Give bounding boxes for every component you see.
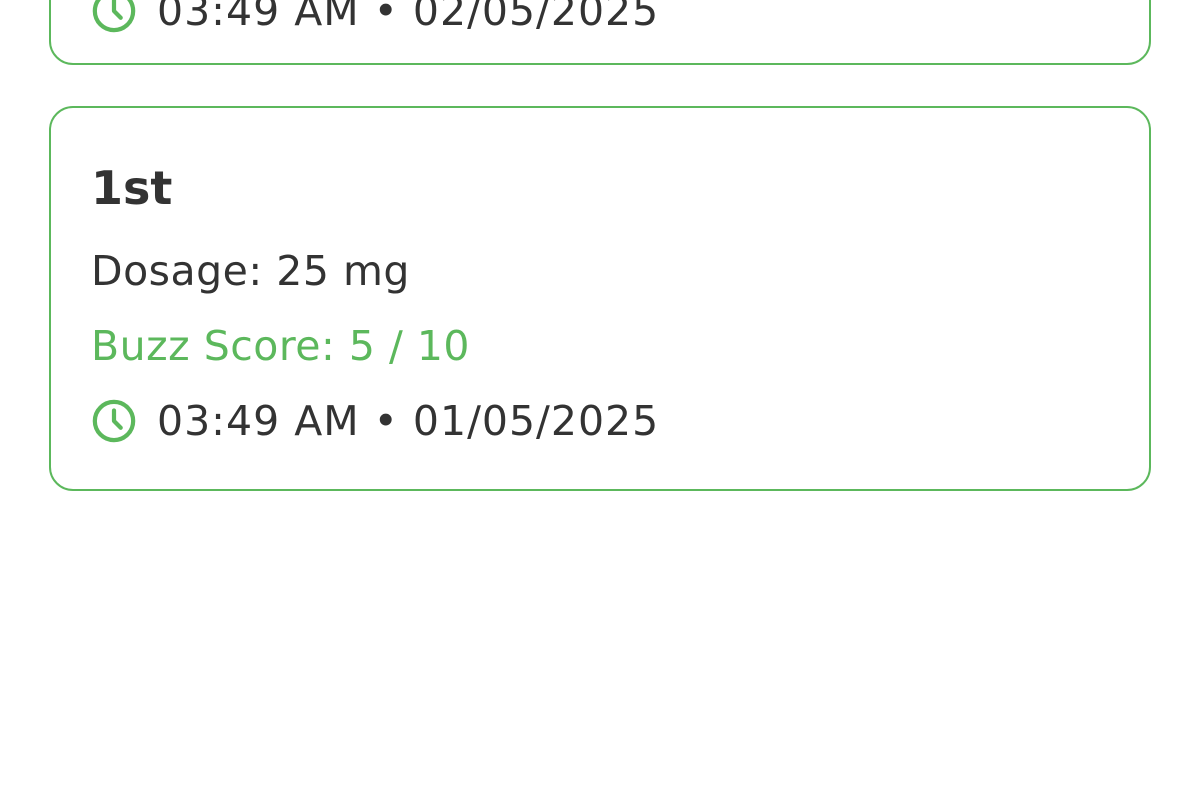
- entry-card[interactable]: 1st Dosage: 25 mg Buzz Score: 5 / 10 03:…: [49, 106, 1151, 491]
- entry-timestamp-row: 03:49 AM • 02/05/2025: [91, 0, 659, 36]
- timestamp-separator: •: [373, 0, 399, 35]
- entry-card[interactable]: 03:49 AM • 02/05/2025: [49, 0, 1151, 65]
- entries-list: 03:49 AM • 02/05/2025 1st Dosage: 25 mg …: [0, 0, 1200, 800]
- entry-date: 01/05/2025: [412, 397, 660, 445]
- entry-dosage: Dosage: 25 mg: [91, 247, 410, 295]
- clock-icon: [92, 399, 136, 443]
- entry-title: 1st: [91, 161, 173, 215]
- entry-timestamp: 03:49 AM • 02/05/2025: [157, 0, 659, 36]
- timestamp-separator: •: [373, 397, 399, 445]
- entry-buzz-score: Buzz Score: 5 / 10: [91, 322, 471, 370]
- entry-timestamp: 03:49 AM • 01/05/2025: [157, 396, 659, 446]
- entry-time: 03:49 AM: [157, 397, 360, 445]
- entry-date: 02/05/2025: [412, 0, 660, 35]
- clock-icon: [92, 0, 136, 33]
- entry-timestamp-row: 03:49 AM • 01/05/2025: [91, 396, 659, 446]
- entry-time: 03:49 AM: [157, 0, 360, 35]
